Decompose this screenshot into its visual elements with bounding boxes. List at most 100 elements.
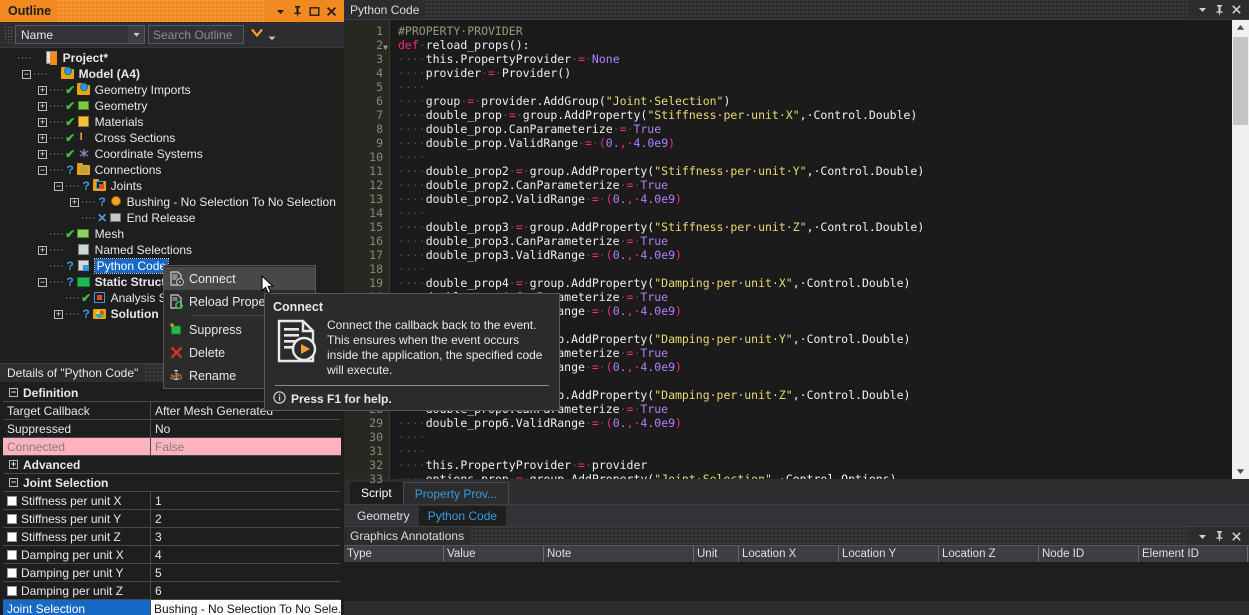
ga-close-icon[interactable] — [1228, 526, 1245, 546]
details-group-expander[interactable]: − — [9, 478, 18, 487]
tree-item-model-a4[interactable]: − ···· Model (A4) — [0, 66, 344, 82]
details-row-damping-per-unit-y[interactable]: Damping per unit Y5 — [3, 564, 341, 582]
code-pin-icon[interactable] — [1211, 0, 1228, 20]
details-row-damping-per-unit-z[interactable]: Damping per unit Z6 — [3, 582, 341, 600]
ga-dropdown-arrow-icon[interactable] — [1194, 526, 1211, 546]
details-row-connected[interactable]: Connected False — [3, 438, 341, 456]
tree-item-geometry-imports[interactable]: + ···· ✔ Geometry Imports — [0, 82, 344, 98]
details-row-value[interactable]: 1 — [151, 492, 341, 509]
details-group-expander[interactable]: + — [9, 460, 18, 469]
scroll-down-arrow-icon[interactable] — [1232, 464, 1249, 479]
solution-icon — [92, 307, 108, 321]
tree-expander[interactable]: − — [38, 277, 47, 287]
details-row-stiffness-per-unit-y[interactable]: Stiffness per unit Y2 — [3, 510, 341, 528]
code-close-icon[interactable] — [1228, 0, 1245, 20]
search-input[interactable]: Search Outline — [148, 25, 244, 44]
details-row-label: Stiffness per unit Z — [3, 528, 151, 545]
tree-expander[interactable]: − — [54, 181, 63, 191]
details-row-value[interactable]: 5 — [151, 564, 341, 581]
tree-item-bushing-no-selection-to-no-selection[interactable]: + ····? Bushing - No Selection To No Selec… — [0, 194, 344, 210]
tree-expander[interactable]: + — [70, 197, 79, 207]
editor-secondary-tabs[interactable]: Geometry Python Code — [344, 504, 1249, 526]
details-group-expander[interactable]: − — [9, 388, 18, 397]
column-header-node-id[interactable]: Node ID — [1039, 546, 1139, 562]
details-row-joint-selection[interactable]: Joint Selection Bushing - No Selection To… — [3, 600, 341, 615]
scroll-up-arrow-icon[interactable] — [1232, 20, 1249, 35]
details-row-stiffness-per-unit-z[interactable]: Stiffness per unit Z3 — [3, 528, 341, 546]
tree-item-geometry[interactable]: + ···· ✔ Geometry — [0, 98, 344, 114]
menu-item-connect[interactable]: Connect — [164, 267, 315, 290]
column-header-location-x[interactable]: Location X — [739, 546, 839, 562]
tree-expander[interactable]: + — [54, 309, 63, 319]
row-checkbox[interactable] — [7, 531, 17, 542]
tree-item-project[interactable]: ···· Project* — [0, 50, 344, 66]
editor-primary-tabs[interactable]: Script Property Prov... — [344, 479, 1249, 504]
tree-expander[interactable]: + — [38, 101, 47, 111]
outline-filter-combo[interactable]: Name — [15, 25, 145, 44]
graphics-annotations-body[interactable] — [344, 562, 1249, 601]
tree-item-named-selections[interactable]: + ···· Named Selections — [0, 242, 344, 258]
chevron-down-icon[interactable] — [128, 26, 144, 43]
toolbar-overflow-icon[interactable] — [268, 35, 276, 44]
details-group-joint-selection[interactable]: − Joint Selection — [3, 474, 341, 492]
details-row-stiffness-per-unit-x[interactable]: Stiffness per unit X1 — [3, 492, 341, 510]
column-header-type[interactable]: Type — [344, 546, 444, 562]
code-dropdown-arrow-icon[interactable] — [1194, 0, 1211, 20]
tab-property-prov[interactable]: Property Prov... — [402, 482, 510, 504]
details-row-value[interactable]: False — [151, 438, 341, 455]
column-header-note[interactable]: Note — [544, 546, 694, 562]
details-row-value[interactable]: No — [151, 420, 341, 437]
row-checkbox[interactable] — [7, 549, 17, 560]
fold-arrow-icon[interactable]: ▼ — [383, 41, 388, 55]
tree-item-end-release[interactable]: ···· ✕ End Release — [0, 210, 344, 226]
details-row-value[interactable]: 6 — [151, 582, 341, 599]
tree-item-label: End Release — [126, 211, 196, 225]
outline-close-icon[interactable] — [323, 1, 340, 21]
tree-item-joints[interactable]: − ····? Joints — [0, 178, 344, 194]
row-checkbox[interactable] — [7, 495, 17, 506]
outline-maximize-icon[interactable] — [306, 1, 323, 21]
line-number: 32 — [369, 458, 383, 472]
menu-item-label: Rename — [189, 368, 237, 383]
search-chevron-icon[interactable] — [250, 27, 264, 42]
details-row-damping-per-unit-x[interactable]: Damping per unit X4 — [3, 546, 341, 564]
column-header-element-id[interactable]: Element ID — [1139, 546, 1248, 562]
details-group-advanced[interactable]: + Advanced — [3, 456, 341, 474]
tree-item-mesh[interactable]: ···· ✔ Mesh — [0, 226, 344, 242]
toolbar-grip[interactable] — [4, 25, 12, 44]
details-row-value[interactable]: 2 — [151, 510, 341, 527]
code-vertical-scrollbar[interactable] — [1232, 20, 1249, 479]
ga-pin-icon[interactable] — [1211, 526, 1228, 546]
details-row-value[interactable]: 4 — [151, 546, 341, 563]
details-row-suppressed[interactable]: Suppressed No — [3, 420, 341, 438]
tree-expander[interactable]: + — [38, 117, 47, 127]
outline-pin-icon[interactable] — [289, 1, 306, 21]
details-row-label: Stiffness per unit Y — [3, 510, 151, 527]
details-row-value[interactable]: 3 — [151, 528, 341, 545]
row-checkbox[interactable] — [7, 513, 17, 524]
scrollbar-thumb[interactable] — [1233, 37, 1248, 125]
tree-expander[interactable]: − — [22, 69, 31, 79]
tree-expander[interactable]: + — [38, 149, 47, 159]
details-row-value[interactable]: Bushing - No Selection To No Sele... — [151, 600, 341, 615]
tree-item-materials[interactable]: + ···· ✔ Materials — [0, 114, 344, 130]
tree-item-coordinate-systems[interactable]: + ···· ✔ Coordinate Systems — [0, 146, 344, 162]
details-grid[interactable]: − Definition Target Callback After Mesh Gen… — [0, 382, 344, 615]
row-checkbox[interactable] — [7, 567, 17, 578]
row-checkbox[interactable] — [7, 585, 17, 596]
tree-expander[interactable]: + — [38, 85, 47, 95]
tree-expander[interactable]: − — [38, 165, 47, 175]
tree-expander[interactable]: + — [38, 245, 47, 255]
tab-geometry[interactable]: Geometry — [348, 506, 419, 526]
tab-python-code[interactable]: Python Code — [418, 506, 507, 526]
column-header-location-y[interactable]: Location Y — [839, 546, 939, 562]
tree-item-cross-sections[interactable]: + ···· ✔ I Cross Sections — [0, 130, 344, 146]
tree-expander[interactable]: + — [38, 133, 47, 143]
tree-connector: ···· — [49, 100, 64, 112]
column-header-value[interactable]: Value — [444, 546, 544, 562]
column-header-location-z[interactable]: Location Z — [939, 546, 1039, 562]
details-row-label: Connected — [3, 438, 151, 455]
column-header-unit[interactable]: Unit — [694, 546, 739, 562]
outline-dropdown-arrow-icon[interactable] — [272, 1, 289, 21]
tree-item-connections[interactable]: − ····? Connections — [0, 162, 344, 178]
